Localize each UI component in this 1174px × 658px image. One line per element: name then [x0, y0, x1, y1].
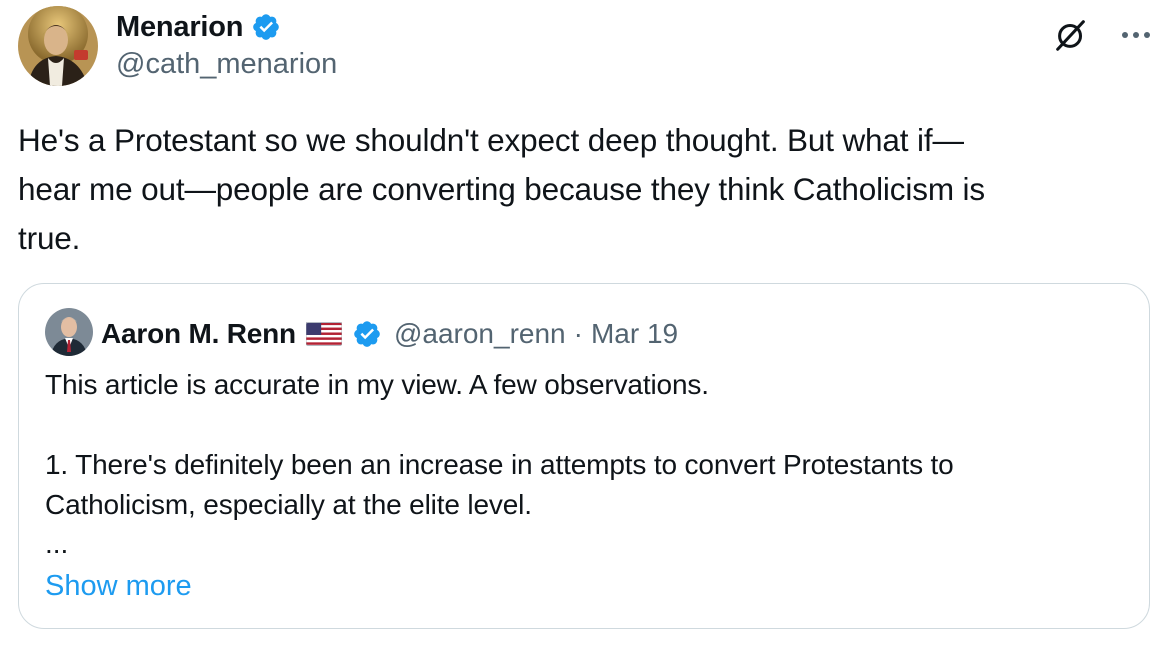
quoted-author-handle[interactable]: @aaron_renn	[394, 318, 566, 350]
grok-icon[interactable]	[1052, 16, 1090, 54]
quoted-ellipsis: ...	[45, 528, 69, 559]
quoted-author-avatar[interactable]	[45, 308, 93, 356]
us-flag-icon	[305, 322, 342, 346]
quoted-tweet-card[interactable]: Aaron M. Renn @aaron_renn · Mar 19 This …	[18, 283, 1150, 629]
tweet-text: He's a Protestant so we shouldn't expect…	[18, 122, 985, 256]
tweet-top-actions	[1052, 16, 1152, 54]
quoted-verified-badge-icon[interactable]	[352, 319, 382, 349]
author-display-name[interactable]: Menarion	[116, 10, 244, 44]
author-block: Menarion @cath_menarion	[116, 10, 337, 84]
quoted-header: Aaron M. Renn @aaron_renn · Mar 19	[101, 314, 678, 354]
quoted-date[interactable]: Mar 19	[591, 318, 678, 350]
quoted-separator: ·	[573, 318, 583, 349]
quoted-tweet-text: This article is accurate in my view. A f…	[45, 369, 954, 520]
show-more-link[interactable]: Show more	[45, 566, 192, 606]
author-name-row: Menarion	[116, 10, 337, 44]
more-icon[interactable]	[1120, 29, 1152, 41]
quoted-author-name[interactable]: Aaron M. Renn	[101, 318, 296, 350]
tweet: Menarion @cath_menarion He's a Protestan…	[0, 0, 1174, 658]
author-handle[interactable]: @cath_menarion	[116, 44, 337, 84]
author-avatar[interactable]	[18, 6, 98, 86]
verified-badge-icon[interactable]	[251, 12, 281, 42]
